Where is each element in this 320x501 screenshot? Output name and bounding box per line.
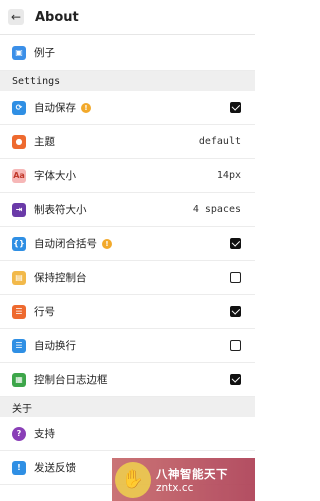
setting-autosave[interactable]: ⟳ 自动保存 ! bbox=[0, 91, 255, 125]
tab-size-value[interactable]: 4 spaces bbox=[193, 204, 241, 215]
setting-font-size[interactable]: Aa 字体大小 14px bbox=[0, 159, 255, 193]
settings-section-header: Settings bbox=[0, 71, 255, 91]
watermark-title: 八神智能天下 bbox=[156, 466, 228, 481]
setting-line-numbers[interactable]: ☰ 行号 bbox=[0, 295, 255, 329]
about-section-header: 关于 bbox=[0, 397, 255, 417]
line-numbers-label: 行号 bbox=[34, 306, 55, 318]
page-title: About bbox=[35, 9, 79, 25]
font-size-value[interactable]: 14px bbox=[217, 170, 241, 181]
font-size-icon: Aa bbox=[12, 168, 26, 183]
keep-console-label: 保持控制台 bbox=[34, 272, 87, 284]
feedback-label: 发送反馈 bbox=[34, 462, 76, 474]
about-support[interactable]: ? 支持 bbox=[0, 417, 255, 451]
support-icon: ? bbox=[12, 426, 26, 441]
examples-item[interactable]: ▣ 例子 bbox=[0, 35, 255, 71]
word-wrap-checkbox[interactable] bbox=[230, 340, 241, 351]
console-log-border-checkbox[interactable] bbox=[230, 374, 241, 385]
sync-icon: ⟳ bbox=[12, 100, 26, 115]
setting-keep-console[interactable]: ▤ 保持控制台 bbox=[0, 261, 255, 295]
autosave-label: 自动保存 bbox=[34, 102, 76, 114]
auto-close-brackets-checkbox[interactable] bbox=[230, 238, 241, 249]
watermark-url: zntx.cc bbox=[156, 481, 194, 494]
example-icon: ▣ bbox=[12, 45, 26, 60]
setting-tab-size[interactable]: ⇥ 制表符大小 4 spaces bbox=[0, 193, 255, 227]
console-icon: ▤ bbox=[12, 270, 26, 285]
auto-close-brackets-label: 自动闭合括号 bbox=[34, 238, 97, 250]
watermark-overlay: ✋ 八神智能天下 zntx.cc bbox=[112, 458, 255, 501]
watermark-logo-icon: ✋ bbox=[115, 461, 151, 498]
back-arrow-icon[interactable]: ← bbox=[8, 9, 24, 25]
setting-theme[interactable]: ● 主题 default bbox=[0, 125, 255, 159]
line-numbers-icon: ☰ bbox=[12, 304, 26, 319]
support-label: 支持 bbox=[34, 428, 55, 440]
setting-auto-close-brackets[interactable]: {} 自动闭合括号 ! bbox=[0, 227, 255, 261]
autosave-checkbox[interactable] bbox=[230, 102, 241, 113]
wrap-icon: ☰ bbox=[12, 338, 26, 353]
theme-value[interactable]: default bbox=[199, 136, 241, 147]
examples-label: 例子 bbox=[34, 47, 55, 59]
info-icon[interactable]: ! bbox=[102, 238, 112, 249]
setting-word-wrap[interactable]: ☰ 自动换行 bbox=[0, 329, 255, 363]
theme-label: 主题 bbox=[34, 136, 55, 148]
font-size-label: 字体大小 bbox=[34, 170, 76, 182]
app-header: ← About bbox=[0, 0, 255, 35]
keep-console-checkbox[interactable] bbox=[230, 272, 241, 283]
tab-icon: ⇥ bbox=[12, 202, 26, 217]
feedback-icon: ! bbox=[12, 460, 26, 475]
braces-icon: {} bbox=[12, 236, 26, 251]
word-wrap-label: 自动换行 bbox=[34, 340, 76, 352]
console-log-border-label: 控制台日志边框 bbox=[34, 374, 108, 386]
line-numbers-checkbox[interactable] bbox=[230, 306, 241, 317]
info-icon[interactable]: ! bbox=[81, 102, 91, 113]
setting-console-log-border[interactable]: ▦ 控制台日志边框 bbox=[0, 363, 255, 397]
palette-icon: ● bbox=[12, 134, 26, 149]
tab-size-label: 制表符大小 bbox=[34, 204, 87, 216]
console-border-icon: ▦ bbox=[12, 372, 26, 387]
